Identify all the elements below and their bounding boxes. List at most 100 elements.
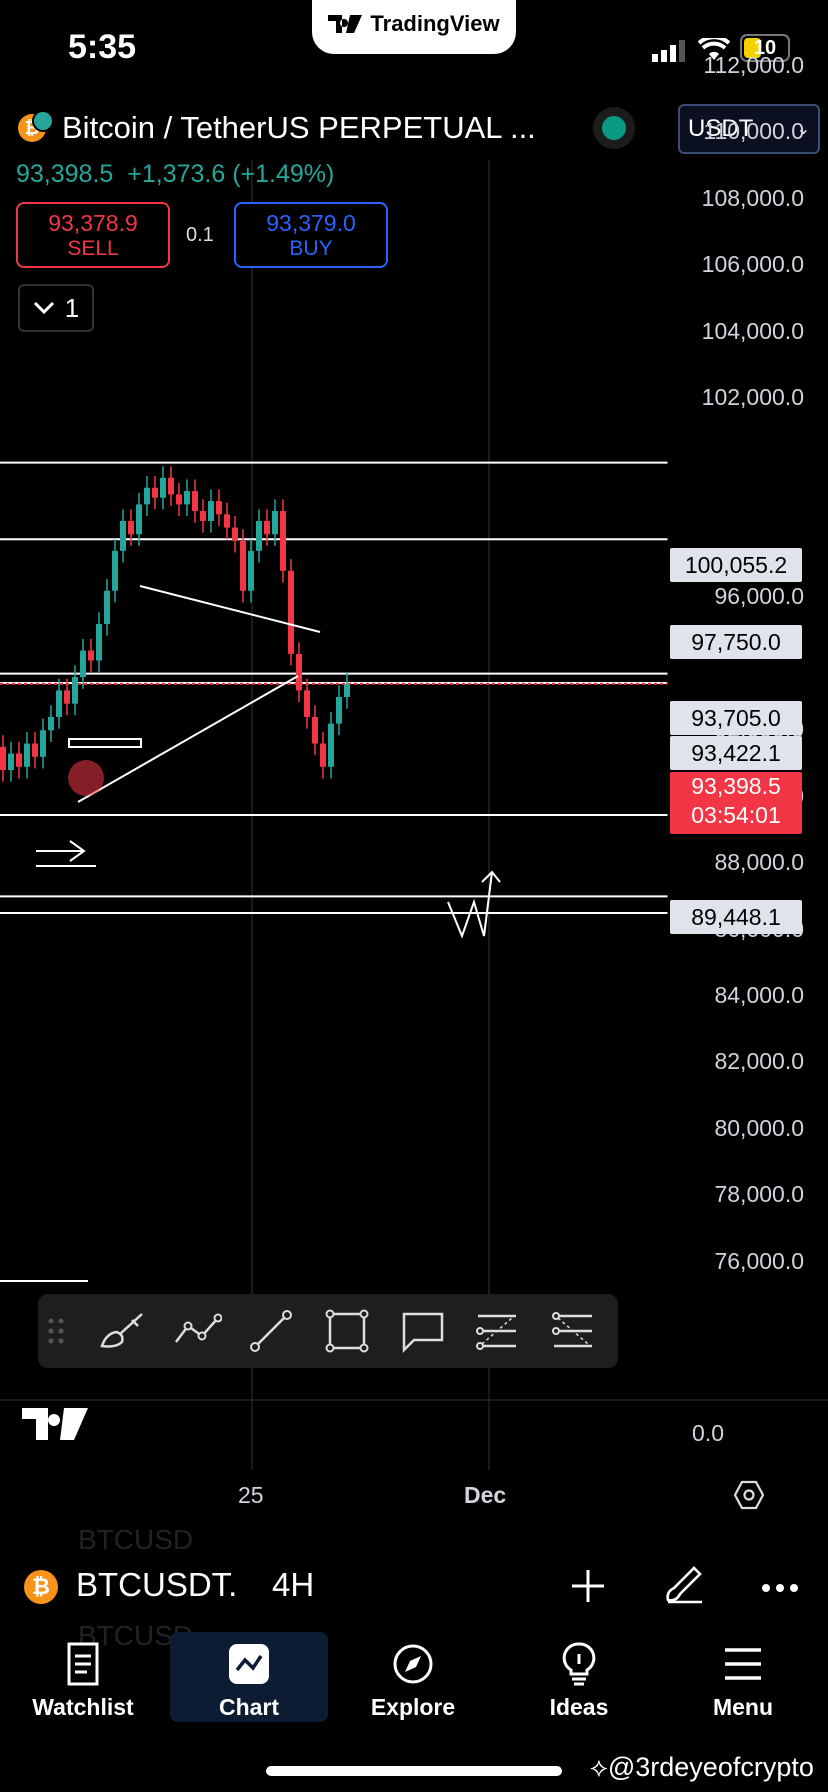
menu-icon bbox=[725, 1648, 761, 1680]
candle-body bbox=[32, 743, 38, 757]
bar-countdown: 03:54:01 bbox=[691, 802, 781, 828]
price-change: +1,373.6 (+1.49%) bbox=[127, 160, 335, 188]
chart-icon bbox=[229, 1644, 269, 1684]
watermark: ⟡@3rdeyeofcrypto bbox=[590, 1752, 814, 1784]
candle-body bbox=[320, 743, 326, 767]
candle-body bbox=[272, 511, 278, 535]
candle-body bbox=[304, 690, 310, 717]
candle-body bbox=[56, 690, 62, 717]
price-tag: 97,750.0 bbox=[670, 625, 802, 659]
horizontal-levels[interactable] bbox=[0, 461, 668, 914]
price-tag: 93,705.0 bbox=[670, 701, 802, 735]
price-axis-label: 80,000.0 bbox=[714, 1114, 804, 1141]
candle-body bbox=[312, 716, 318, 744]
symbol-button[interactable]: BTCUSDT. bbox=[76, 1566, 237, 1604]
nav-ideas[interactable]: Ideas bbox=[500, 1632, 658, 1722]
candle-body bbox=[144, 487, 150, 505]
candle-body bbox=[96, 623, 102, 661]
current-price: 93,398.5 bbox=[691, 773, 781, 799]
last-price: 93,398.5 bbox=[16, 160, 114, 188]
price-axis-label: 78,000.0 bbox=[714, 1181, 804, 1208]
time-axis-label: 25 bbox=[238, 1482, 264, 1508]
current-price-tag: 93,398.5 03:54:01 bbox=[670, 772, 802, 834]
drag-handle-icon[interactable] bbox=[42, 1306, 70, 1356]
price-axis-label: 88,000.0 bbox=[714, 849, 804, 876]
long-position-icon[interactable] bbox=[548, 1306, 598, 1356]
trendline-icon[interactable] bbox=[246, 1306, 296, 1356]
buy-button[interactable]: 93,379.0 BUY bbox=[234, 202, 388, 268]
buy-price: 93,379.0 bbox=[266, 210, 356, 236]
candle-body bbox=[248, 550, 254, 591]
drawing-toolbar bbox=[38, 1294, 618, 1368]
candle-body bbox=[224, 514, 230, 528]
watermark-text: @3rdeyeofcrypto bbox=[607, 1752, 814, 1782]
price-axis-label: 76,000.0 bbox=[714, 1247, 804, 1274]
nav-label: Watchlist bbox=[32, 1694, 134, 1720]
price-axis-label: 110,000.0 bbox=[703, 118, 804, 145]
nav-menu[interactable]: Menu bbox=[664, 1632, 822, 1722]
time-axis-label: Dec bbox=[464, 1482, 507, 1508]
nav-label: Menu bbox=[712, 1694, 774, 1720]
more-options-icon[interactable] bbox=[760, 1582, 800, 1594]
price-axis-label: 84,000.0 bbox=[714, 982, 804, 1009]
sell-button[interactable]: 93,378.9 SELL bbox=[16, 202, 170, 268]
candle-body bbox=[16, 753, 22, 767]
interval-button[interactable]: 4H bbox=[272, 1566, 314, 1604]
candle-body bbox=[24, 743, 30, 767]
price-tag: 93,422.1 bbox=[670, 736, 802, 770]
bitcoin-icon: ₿ bbox=[24, 1570, 58, 1604]
nav-label: Chart bbox=[218, 1694, 280, 1720]
fib-retracement-icon[interactable] bbox=[472, 1306, 522, 1356]
chevron-down-icon bbox=[33, 301, 54, 315]
price-axis-label: 102,000.0 bbox=[701, 384, 804, 411]
indicator-count: 1 bbox=[64, 292, 80, 323]
alert-marker[interactable] bbox=[68, 760, 104, 796]
add-icon[interactable] bbox=[568, 1566, 608, 1606]
candle-body bbox=[240, 540, 246, 591]
nav-explore[interactable]: Explore bbox=[334, 1632, 492, 1722]
candle-body bbox=[72, 677, 78, 704]
candlesticks bbox=[0, 466, 350, 782]
price-axis-label: 82,000.0 bbox=[714, 1048, 804, 1075]
nav-watchlist[interactable]: Watchlist bbox=[4, 1632, 162, 1722]
candle-body bbox=[192, 491, 198, 512]
price-tag: 89,448.1 bbox=[670, 900, 802, 934]
candle-body bbox=[168, 477, 174, 495]
polyline-icon[interactable] bbox=[172, 1306, 222, 1356]
candle-body bbox=[280, 511, 286, 571]
drawing-tools-icon[interactable] bbox=[662, 1562, 706, 1606]
nav-chart[interactable]: Chart bbox=[170, 1632, 328, 1722]
nav-label: Ideas bbox=[549, 1694, 609, 1720]
home-indicator bbox=[266, 1766, 562, 1776]
candle-body bbox=[8, 753, 14, 771]
candle-body bbox=[264, 520, 270, 535]
collapse-indicators-button[interactable]: 1 bbox=[18, 284, 94, 332]
chart-settings-icon[interactable] bbox=[734, 1480, 764, 1510]
ghost-symbol: BTCUSD bbox=[78, 1524, 194, 1555]
candle-body bbox=[88, 650, 94, 661]
candle-body bbox=[104, 590, 110, 624]
candle-body bbox=[48, 716, 54, 731]
callout-icon[interactable] bbox=[398, 1306, 448, 1356]
price-change-line: 93,398.5 +1,373.6 (+1.49%) bbox=[16, 160, 334, 189]
symbol-title[interactable]: Bitcoin / TetherUS PERPETUAL ... bbox=[62, 110, 536, 146]
candle-body bbox=[80, 650, 86, 678]
price-axis-label: 112,000.0 bbox=[703, 51, 804, 78]
price-axis-label: 106,000.0 bbox=[701, 251, 804, 278]
price-axis-label: 96,000.0 bbox=[714, 583, 804, 610]
binance-icon: ⟡ bbox=[590, 1752, 608, 1782]
market-open-indicator[interactable] bbox=[602, 116, 626, 140]
volume-axis-label: 0.0 bbox=[692, 1420, 724, 1446]
compass-icon bbox=[393, 1644, 433, 1684]
candle-body bbox=[216, 501, 222, 515]
sell-price: 93,378.9 bbox=[48, 210, 138, 236]
price-tag: 100,055.2 bbox=[670, 548, 802, 582]
price-axis-label: 108,000.0 bbox=[701, 184, 804, 211]
candle-body bbox=[152, 487, 158, 498]
candle-body bbox=[128, 520, 134, 535]
brush-icon[interactable] bbox=[98, 1306, 148, 1356]
price-axis-label: 104,000.0 bbox=[701, 317, 804, 344]
tradingview-watermark-icon bbox=[22, 1408, 88, 1440]
order-quantity[interactable]: 0.1 bbox=[186, 224, 214, 247]
rectangle-icon[interactable] bbox=[322, 1306, 372, 1356]
